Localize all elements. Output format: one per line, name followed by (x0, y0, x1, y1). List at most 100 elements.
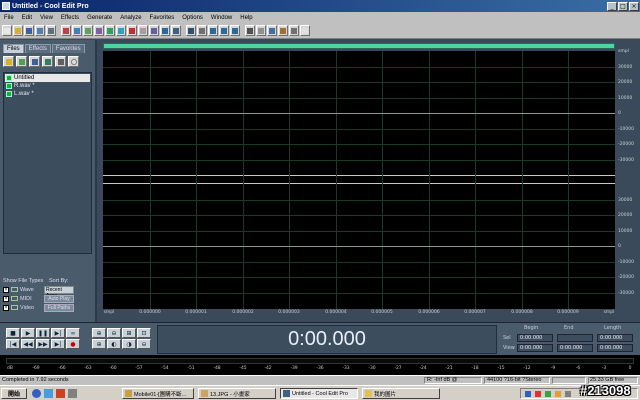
loop-button[interactable] (116, 25, 126, 36)
desktop-icon[interactable] (44, 389, 53, 398)
menu-favorites[interactable]: Favorites (146, 15, 179, 21)
menu-effects[interactable]: Effects (57, 15, 83, 21)
view-length-field[interactable]: 0:00.000 (597, 344, 633, 352)
video-checkbox[interactable]: × (3, 304, 9, 311)
overview-bar[interactable] (103, 43, 615, 49)
paste-button[interactable] (83, 25, 93, 36)
sel-length-field[interactable]: 0:00.000 (597, 334, 633, 342)
info-button[interactable] (267, 25, 277, 36)
spectral-button[interactable] (171, 25, 181, 36)
zoom-left-button[interactable]: ◐ (107, 339, 121, 349)
minimize-button[interactable]: _ (607, 1, 617, 11)
go-to-start-button[interactable]: |◀ (6, 339, 20, 349)
menu-analyze[interactable]: Analyze (116, 15, 145, 21)
cut-button[interactable] (61, 25, 71, 36)
maximize-button[interactable]: □ (618, 1, 628, 11)
cd-button[interactable] (138, 25, 148, 36)
tab-favorites[interactable]: Favorites (51, 44, 85, 53)
menu-view[interactable]: View (36, 15, 57, 21)
list-item[interactable]: Untitled (5, 74, 90, 82)
close-button[interactable]: × (629, 1, 639, 11)
left-button[interactable] (219, 25, 229, 36)
go-to-end-button[interactable]: ▶| (51, 339, 65, 349)
midi-checkbox[interactable]: × (3, 295, 9, 302)
waveform-button[interactable] (186, 25, 196, 36)
play-button[interactable]: ▶ (21, 328, 35, 338)
tray-icon[interactable] (565, 391, 571, 397)
edit-file-button[interactable] (42, 56, 53, 67)
zoom-in-vertical-button[interactable]: ⊕ (92, 339, 106, 349)
quicklaunch-icon[interactable] (68, 389, 77, 398)
zoom-out-vertical-button[interactable]: ⊖ (137, 339, 151, 349)
import-button[interactable] (16, 56, 27, 67)
menu-file[interactable]: File (0, 15, 18, 21)
close-file-button[interactable] (29, 56, 40, 67)
view-begin-field[interactable]: 0:00.000 (517, 344, 553, 352)
sel-end-field[interactable] (557, 334, 593, 342)
multitrack-button[interactable] (35, 25, 45, 36)
media-icon[interactable] (56, 389, 65, 398)
tray-icon[interactable] (525, 391, 531, 397)
grid-button[interactable] (245, 25, 255, 36)
help-button[interactable] (68, 56, 79, 67)
sel-begin-field[interactable]: 0:00.000 (517, 334, 553, 342)
zoom-out-horizontal-button[interactable]: ⊖ (107, 328, 121, 338)
menu-generate[interactable]: Generate (83, 15, 116, 21)
record-button[interactable]: ● (66, 339, 80, 349)
waveform-display[interactable] (103, 51, 615, 309)
list-item[interactable]: R.wav * (5, 82, 90, 90)
browser-icon[interactable] (32, 389, 41, 398)
wave-checkbox[interactable]: × (3, 286, 9, 293)
zoom-full-button[interactable]: ⊞ (122, 328, 136, 338)
settings-button[interactable] (289, 25, 299, 36)
task-button[interactable]: Mobile01-[團購不斷... (122, 388, 194, 399)
menu-options[interactable]: Options (178, 15, 207, 21)
task-button[interactable]: 我的圖片 (362, 388, 440, 399)
tab-effects[interactable]: Effects (24, 44, 51, 53)
tray-icon[interactable] (545, 391, 551, 397)
time-ruler[interactable]: smpl 0.000000 0.000001 0.000002 0.000003 0.00… (103, 309, 615, 319)
menu-edit[interactable]: Edit (18, 15, 36, 21)
record-button[interactable] (127, 25, 137, 36)
play-button[interactable] (105, 25, 115, 36)
open-file-button[interactable] (3, 56, 14, 67)
copy-button[interactable] (72, 25, 82, 36)
sort-by-select[interactable]: Recent Acce (44, 285, 74, 299)
tray-icon[interactable] (555, 391, 561, 397)
menu-window[interactable]: Window (207, 15, 236, 21)
stereo-button[interactable] (208, 25, 218, 36)
open-button[interactable] (13, 25, 23, 36)
new-button[interactable] (2, 25, 12, 36)
help-button[interactable] (300, 25, 310, 36)
zoom-right-button[interactable]: ◑ (122, 339, 136, 349)
start-button[interactable]: 開始 (1, 388, 27, 399)
undo-button[interactable] (46, 25, 56, 36)
loop-button[interactable]: ∞ (66, 328, 80, 338)
menu-help[interactable]: Help (236, 15, 256, 21)
snap-button[interactable] (256, 25, 266, 36)
tab-files[interactable]: Files (3, 44, 24, 53)
right-button[interactable] (230, 25, 240, 36)
task-button[interactable]: Untitled - Cool Edit Pro (280, 388, 358, 399)
mix-paste-button[interactable] (94, 25, 104, 36)
stop-button[interactable]: ■ (6, 328, 20, 338)
view-end-field[interactable]: 0:00.000 (557, 344, 593, 352)
play-to-end-button[interactable]: ▶| (51, 328, 65, 338)
rewind-button[interactable]: ◀◀ (21, 339, 35, 349)
list-item[interactable]: L.wav * (5, 90, 90, 98)
zoom-in-horizontal-button[interactable]: ⊕ (92, 328, 106, 338)
insert-button[interactable] (55, 56, 66, 67)
zoom-selection-button[interactable]: ⊡ (137, 328, 151, 338)
cue-list-button[interactable] (149, 25, 159, 36)
full-paths-button[interactable]: Full Paths (44, 303, 74, 312)
zero-line (103, 246, 615, 247)
tray-icon[interactable] (535, 391, 541, 397)
zoom-button[interactable] (160, 25, 170, 36)
mono-button[interactable] (197, 25, 207, 36)
timer-button[interactable] (278, 25, 288, 36)
fast-forward-button[interactable]: ▶▶ (36, 339, 50, 349)
pause-button[interactable]: ❚❚ (36, 328, 50, 338)
auto-play-button[interactable]: Auto Play (44, 294, 74, 303)
task-button[interactable]: 13.JPG - 小畫家 (198, 388, 276, 399)
save-button[interactable] (24, 25, 34, 36)
